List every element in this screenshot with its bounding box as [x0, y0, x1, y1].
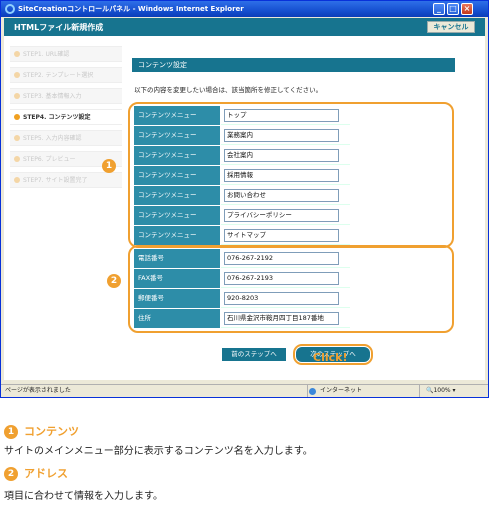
sidebar-step-5: STEP5. 入力内容確認 [10, 130, 122, 146]
content-highlight-outline [128, 102, 454, 248]
number-badge: 1 [4, 425, 18, 439]
step-label: STEP6. プレビュー [23, 156, 76, 163]
browser-window: SiteCreationコントロールパネル - Windows Internet… [0, 0, 489, 398]
step-label: STEP3. 基本情報入力 [23, 93, 82, 100]
step-bullet-icon [14, 177, 20, 183]
step-bullet-icon [14, 93, 20, 99]
explanation-title: コンテンツ [24, 425, 79, 438]
explanation-text-2: 項目に合わせて情報を入力します。 [4, 491, 163, 502]
maximize-button[interactable]: □ [447, 3, 459, 15]
title-bar: SiteCreationコントロールパネル - Windows Internet… [1, 1, 488, 17]
ie-logo-icon [5, 4, 15, 14]
step-bullet-icon [14, 156, 20, 162]
page-title: HTMLファイル新規作成 [14, 23, 104, 32]
step-bullet-icon [14, 72, 20, 78]
status-bar: ページが表示されました インターネット 🔍100% ▾ [1, 384, 488, 397]
step-label: STEP5. 入力内容確認 [23, 135, 82, 142]
page-content: HTMLファイル新規作成 キャンセル STEP1. URL確認 STEP2. テ… [4, 18, 485, 380]
step-label: STEP7. サイト設置完了 [23, 177, 88, 184]
step-bullet-icon [14, 135, 20, 141]
explanation-text-1: サイトのメインメニュー部分に表示するコンテンツ名を入力します。 [4, 446, 313, 457]
step-label: STEP2. テンプレート選択 [23, 72, 94, 79]
sidebar-step-7: STEP7. サイト設置完了 [10, 172, 122, 188]
security-zone: インターネット [307, 385, 415, 397]
prev-step-button[interactable]: 前のステップへ [222, 348, 286, 361]
minimize-button[interactable]: _ [433, 3, 445, 15]
sidebar-step-4-active: STEP4. コンテンツ設定 [10, 109, 122, 125]
click-annotation: Click! [313, 351, 348, 364]
address-highlight-outline [128, 245, 454, 333]
status-text: ページが表示されました [5, 387, 71, 394]
step-sidebar: STEP1. URL確認 STEP2. テンプレート選択 STEP3. 基本情報… [4, 36, 122, 380]
sidebar-step-2: STEP2. テンプレート選択 [10, 67, 122, 83]
badge-1: 1 [102, 159, 116, 173]
app-header: HTMLファイル新規作成 キャンセル [4, 18, 485, 36]
instructions-text: 以下の内容を変更したい場合は、該当箇所を修正してください。 [134, 86, 323, 94]
explanation-title: アドレス [24, 467, 68, 480]
step-label: STEP1. URL確認 [23, 51, 70, 58]
zoom-control[interactable]: 🔍100% ▾ [419, 385, 485, 397]
step-bullet-icon [14, 51, 20, 57]
sidebar-step-1: STEP1. URL確認 [10, 46, 122, 62]
explanation-heading-1: 1 コンテンツ [4, 423, 79, 439]
cancel-button[interactable]: キャンセル [427, 21, 475, 33]
number-badge: 2 [4, 467, 18, 481]
globe-icon [309, 388, 316, 395]
zoom-level: 100% [433, 387, 451, 394]
step-label: STEP4. コンテンツ設定 [23, 114, 91, 121]
zone-label: インターネット [320, 387, 363, 394]
close-button[interactable]: × [461, 3, 473, 15]
section-title: コンテンツ設定 [132, 58, 455, 72]
window-title: SiteCreationコントロールパネル - Windows Internet… [18, 5, 244, 13]
explanation-heading-2: 2 アドレス [4, 465, 68, 481]
sidebar-step-3: STEP3. 基本情報入力 [10, 88, 122, 104]
badge-2: 2 [107, 274, 121, 288]
step-bullet-icon [14, 114, 20, 120]
